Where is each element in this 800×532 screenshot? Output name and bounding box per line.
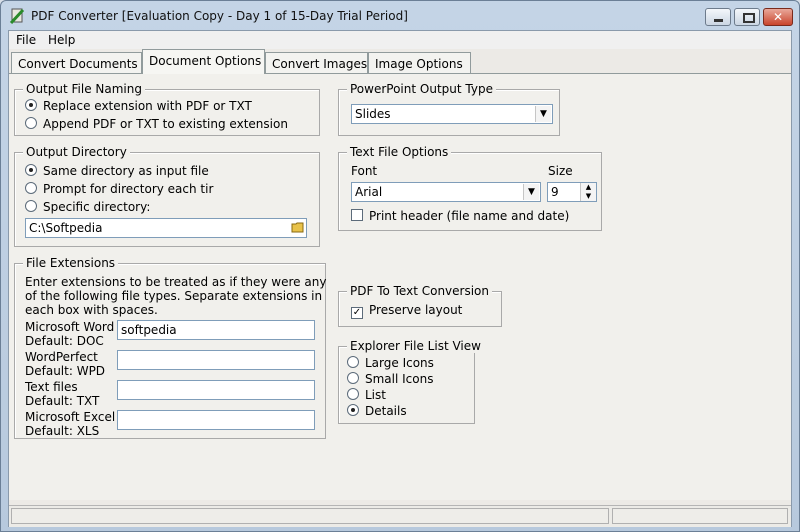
text-file-options-group: Text File Options Font Size Arial ▼ 9 ▲ ▼…: [338, 145, 602, 231]
minimize-button[interactable]: [705, 8, 731, 26]
directory-path-value: C:\Softpedia: [29, 221, 103, 235]
checkbox-checked[interactable]: ✓: [351, 307, 363, 319]
maximize-button[interactable]: [734, 8, 760, 26]
radio-prompt-directory[interactable]: Prompt for directory each tir: [25, 182, 213, 196]
output-directory-legend: Output Directory: [23, 145, 130, 159]
status-pane-secondary: [612, 508, 788, 524]
radio-button[interactable]: [347, 356, 359, 368]
radio-label: Prompt for directory each tir: [43, 182, 214, 196]
folder-icon[interactable]: [291, 221, 305, 234]
explorer-view-legend: Explorer File List View: [347, 339, 484, 353]
radio-label: Append PDF or TXT to existing extension: [43, 117, 288, 131]
print-header-checkbox[interactable]: Print header (file name and date): [351, 209, 569, 223]
radio-button[interactable]: [25, 117, 37, 129]
radio-button[interactable]: [25, 164, 37, 176]
radio-large-icons[interactable]: Large Icons: [347, 356, 434, 370]
size-label: Size: [548, 164, 573, 178]
tab-convert-images[interactable]: Convert Images: [265, 52, 368, 73]
text-extension-label: Text files: [25, 380, 78, 394]
wordperfect-extension-default: Default: WPD: [25, 364, 106, 378]
radio-label: Same directory as input file: [43, 164, 209, 178]
document-options-panel: Output File Naming Replace extension wit…: [9, 73, 791, 500]
powerpoint-output-select[interactable]: Slides ▼: [351, 104, 553, 124]
file-extensions-description-3: each box with spaces.: [25, 303, 158, 317]
file-extensions-description-2: of the following file types. Separate ex…: [25, 289, 323, 303]
close-icon: ✕: [772, 10, 784, 24]
tab-image-options[interactable]: Image Options: [368, 52, 471, 73]
size-value: 9: [551, 185, 559, 199]
spin-arrows-icon[interactable]: ▲ ▼: [580, 183, 596, 201]
explorer-view-group: Explorer File List View Large Icons Smal…: [338, 339, 484, 424]
text-extension-default: Default: TXT: [25, 394, 100, 408]
menu-bar: File Help: [9, 31, 791, 49]
file-extensions-description-1: Enter extensions to be treated as if the…: [25, 275, 327, 289]
minimize-icon: [714, 19, 723, 22]
checkbox[interactable]: [351, 209, 363, 221]
radio-button[interactable]: [347, 404, 359, 416]
word-extension-input[interactable]: softpedia: [117, 320, 315, 340]
checkbox-label: Preserve layout: [369, 303, 463, 317]
output-file-naming-legend: Output File Naming: [23, 82, 145, 96]
app-window: PDF Converter [Evaluation Copy - Day 1 o…: [0, 0, 800, 532]
radio-small-icons[interactable]: Small Icons: [347, 372, 433, 386]
powerpoint-output-legend: PowerPoint Output Type: [347, 82, 496, 96]
excel-extension-label: Microsoft Excel: [25, 410, 116, 424]
radio-label: Specific directory:: [43, 200, 151, 214]
radio-button[interactable]: [347, 372, 359, 384]
wordperfect-extension-input[interactable]: [117, 350, 315, 370]
size-spinner[interactable]: 9 ▲ ▼: [547, 182, 597, 202]
radio-button[interactable]: [347, 388, 359, 400]
output-file-naming-group: Output File Naming Replace extension wit…: [14, 82, 320, 136]
file-extensions-legend: File Extensions: [23, 256, 119, 270]
radio-same-directory[interactable]: Same directory as input file: [25, 164, 209, 178]
checkbox-label: Print header (file name and date): [369, 209, 570, 223]
chevron-down-icon[interactable]: ▼: [523, 184, 539, 200]
menu-file[interactable]: File: [16, 33, 36, 47]
radio-label: Replace extension with PDF or TXT: [43, 99, 252, 113]
output-directory-group: Output Directory Same directory as input…: [14, 145, 320, 247]
text-file-options-legend: Text File Options: [347, 145, 452, 159]
status-pane-main: [11, 508, 609, 524]
text-extension-input[interactable]: [117, 380, 315, 400]
wordperfect-extension-label: WordPerfect: [25, 350, 98, 364]
directory-path-field[interactable]: C:\Softpedia: [25, 218, 307, 238]
radio-button[interactable]: [25, 99, 37, 111]
window-title: PDF Converter [Evaluation Copy - Day 1 o…: [31, 9, 408, 23]
radio-button[interactable]: [25, 200, 37, 212]
radio-label: Details: [365, 404, 407, 418]
file-extensions-group: File Extensions Enter extensions to be t…: [14, 256, 327, 439]
radio-append-extension[interactable]: Append PDF or TXT to existing extension: [25, 117, 288, 131]
radio-list[interactable]: List: [347, 388, 386, 402]
word-extension-label: Microsoft Word: [25, 320, 115, 334]
word-extension-default: Default: DOC: [25, 334, 104, 348]
radio-replace-extension[interactable]: Replace extension with PDF or TXT: [25, 99, 252, 113]
client-area: File Help Convert Documents Document Opt…: [8, 30, 792, 527]
app-icon: [9, 8, 25, 24]
menu-help[interactable]: Help: [48, 33, 75, 47]
tab-convert-documents[interactable]: Convert Documents: [11, 52, 142, 73]
radio-specific-directory[interactable]: Specific directory:: [25, 200, 150, 214]
chevron-down-icon[interactable]: ▼: [535, 106, 551, 122]
title-bar[interactable]: PDF Converter [Evaluation Copy - Day 1 o…: [1, 1, 799, 31]
font-label: Font: [351, 164, 378, 178]
powerpoint-output-value: Slides: [355, 107, 391, 121]
radio-label: Small Icons: [365, 372, 434, 386]
radio-label: List: [365, 388, 386, 402]
radio-button[interactable]: [25, 182, 37, 194]
font-select[interactable]: Arial ▼: [351, 182, 541, 202]
excel-extension-input[interactable]: [117, 410, 315, 430]
close-button[interactable]: ✕: [763, 8, 793, 26]
font-value: Arial: [355, 185, 383, 199]
tab-document-options[interactable]: Document Options: [142, 49, 265, 74]
radio-label: Large Icons: [365, 356, 434, 370]
excel-extension-default: Default: XLS: [25, 424, 100, 438]
maximize-icon: [743, 13, 755, 23]
radio-details[interactable]: Details: [347, 404, 407, 418]
tab-strip: Convert Documents Document Options Conve…: [9, 49, 791, 74]
pdf-to-text-group: PDF To Text Conversion ✓ Preserve layout: [338, 284, 502, 327]
preserve-layout-checkbox[interactable]: ✓ Preserve layout: [351, 303, 462, 319]
powerpoint-output-group: PowerPoint Output Type Slides ▼: [338, 82, 560, 136]
pdf-to-text-legend: PDF To Text Conversion: [347, 284, 493, 298]
status-bar: [9, 505, 791, 527]
